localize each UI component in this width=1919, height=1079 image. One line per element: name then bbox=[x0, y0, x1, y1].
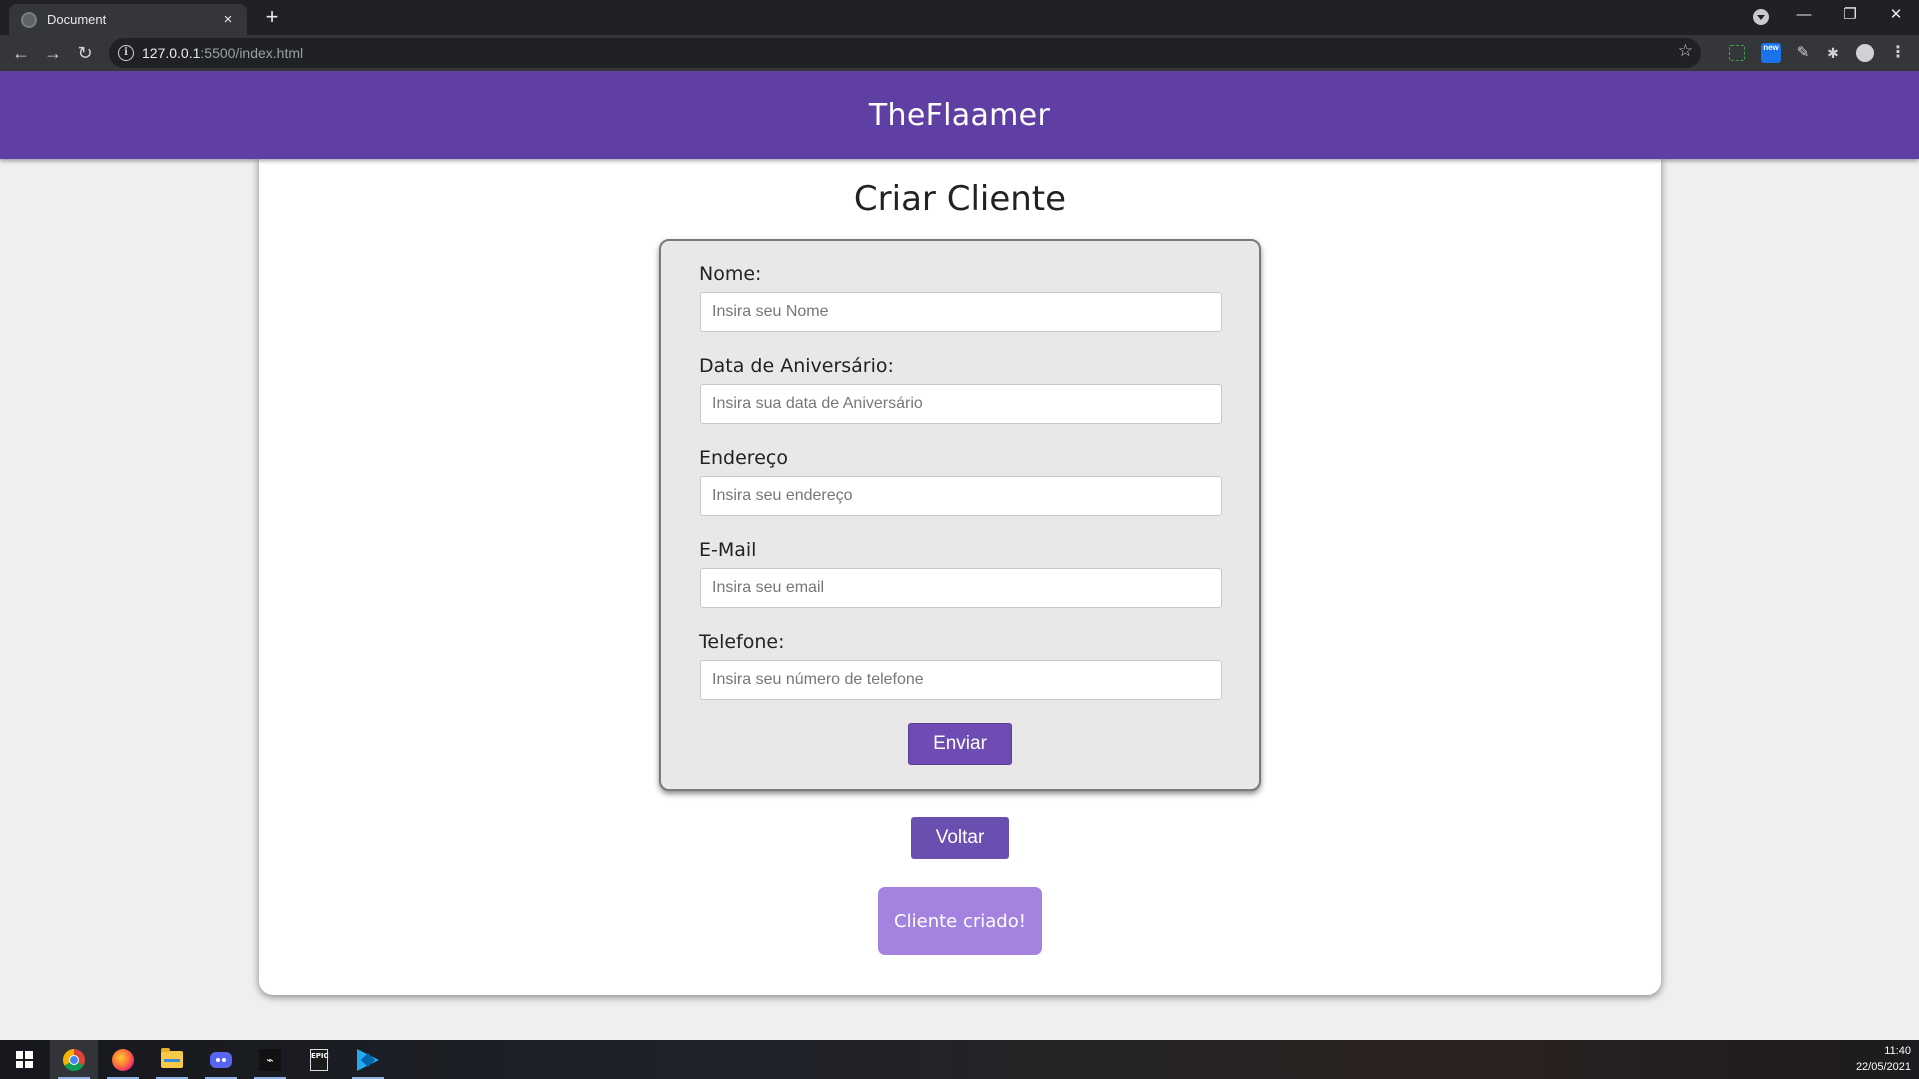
chrome-icon bbox=[63, 1048, 85, 1071]
windows-logo-icon bbox=[15, 1051, 33, 1068]
info-icon[interactable]: i bbox=[118, 45, 134, 61]
pen-extension-icon[interactable]: ✎ bbox=[1793, 43, 1813, 63]
email-input[interactable] bbox=[700, 568, 1222, 608]
client-form: Nome: Data de Aniversário: Endereço E-Ma… bbox=[659, 239, 1261, 791]
taskbar-chrome[interactable] bbox=[50, 1040, 98, 1079]
new-tab-button[interactable]: + bbox=[258, 3, 286, 31]
taskbar-firefox[interactable] bbox=[99, 1040, 147, 1079]
email-label: E-Mail bbox=[699, 539, 757, 561]
url-path: :5500/index.html bbox=[200, 45, 304, 61]
forward-icon[interactable]: → bbox=[39, 39, 67, 67]
tab-search-icon[interactable] bbox=[1753, 9, 1769, 25]
url-host: 127.0.0.1 bbox=[142, 45, 201, 61]
clock-date: 22/05/2021 bbox=[1855, 1061, 1911, 1073]
back-button[interactable]: Voltar bbox=[911, 817, 1009, 859]
page-title: Criar Cliente bbox=[853, 179, 1067, 219]
browser-tabstrip: Document × + — ❐ ✕ bbox=[0, 0, 1919, 35]
hyperx-icon: ⌁ bbox=[259, 1048, 281, 1071]
birthday-label: Data de Aniversário: bbox=[699, 355, 894, 377]
bookmark-star-icon[interactable]: ☆ bbox=[1678, 41, 1693, 61]
taskbar-clock[interactable]: 11:40 22/05/2021 bbox=[1856, 1043, 1911, 1075]
address-input[interactable] bbox=[700, 476, 1222, 516]
profile-avatar-icon[interactable] bbox=[1856, 44, 1874, 62]
restore-button[interactable]: ❐ bbox=[1827, 0, 1873, 30]
site-header: TheFlaamer bbox=[0, 71, 1919, 159]
content-card: Criar Cliente Nome: Data de Aniversário:… bbox=[259, 157, 1661, 995]
address-label: Endereço bbox=[699, 447, 788, 469]
taskbar-hyperx[interactable]: ⌁ bbox=[246, 1040, 294, 1079]
minimize-button[interactable]: — bbox=[1781, 0, 1827, 30]
browser-menu-icon[interactable]: ⋮ bbox=[1888, 43, 1908, 63]
discord-icon bbox=[210, 1051, 232, 1068]
extension-new-icon[interactable]: new bbox=[1761, 43, 1781, 63]
vscode-icon bbox=[357, 1048, 379, 1071]
status-message: Cliente criado! bbox=[878, 887, 1042, 955]
url-text: 127.0.0.1:5500/index.html bbox=[142, 45, 303, 61]
birthday-input[interactable] bbox=[700, 384, 1222, 424]
folder-icon bbox=[161, 1048, 183, 1068]
firefox-icon bbox=[112, 1048, 134, 1071]
taskbar-file-explorer[interactable] bbox=[148, 1040, 196, 1079]
close-window-button[interactable]: ✕ bbox=[1873, 0, 1919, 30]
reload-icon[interactable]: ↻ bbox=[71, 39, 99, 67]
clock-time: 11:40 bbox=[1884, 1045, 1911, 1057]
taskbar-epic-games[interactable]: EPIC bbox=[295, 1040, 343, 1079]
name-input[interactable] bbox=[700, 292, 1222, 332]
windows-taskbar: ⌁ EPIC 11:40 22/05/2021 bbox=[0, 1040, 1919, 1079]
start-button[interactable] bbox=[0, 1040, 48, 1079]
grid-extension-icon[interactable] bbox=[1729, 45, 1745, 61]
site-title: TheFlaamer bbox=[868, 97, 1051, 133]
submit-button[interactable]: Enviar bbox=[908, 723, 1012, 765]
close-tab-icon[interactable]: × bbox=[219, 11, 237, 28]
name-label: Nome: bbox=[699, 263, 762, 285]
phone-label: Telefone: bbox=[699, 631, 785, 653]
browser-toolbar: ← → ↻ i 127.0.0.1:5500/index.html ☆ new … bbox=[0, 35, 1919, 71]
taskbar-discord[interactable] bbox=[197, 1040, 245, 1079]
phone-input[interactable] bbox=[700, 660, 1222, 700]
page-viewport: TheFlaamer Criar Cliente Nome: Data de A… bbox=[0, 71, 1919, 1040]
taskbar-vscode[interactable] bbox=[344, 1040, 392, 1079]
browser-tab[interactable]: Document × bbox=[9, 4, 247, 35]
epic-games-icon: EPIC bbox=[310, 1048, 329, 1071]
globe-icon bbox=[21, 11, 37, 28]
back-icon[interactable]: ← bbox=[7, 39, 35, 67]
address-bar[interactable]: i 127.0.0.1:5500/index.html ☆ bbox=[109, 38, 1701, 68]
extensions-puzzle-icon[interactable]: ✱ bbox=[1823, 43, 1843, 63]
tab-title: Document bbox=[47, 12, 107, 27]
